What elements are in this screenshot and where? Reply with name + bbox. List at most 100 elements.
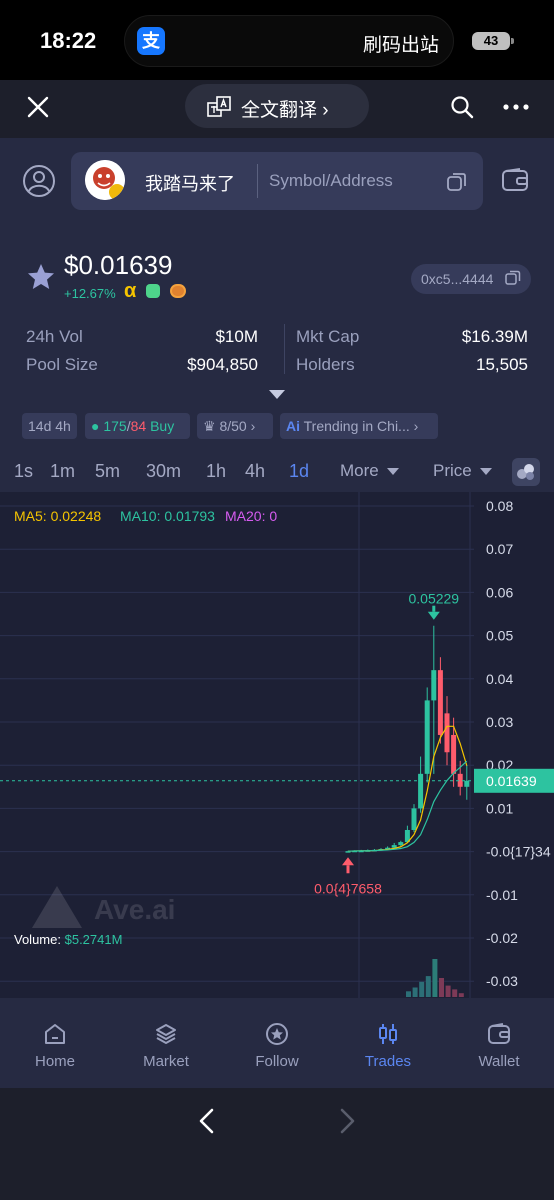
- forward-arrow-icon[interactable]: [340, 1108, 356, 1134]
- candle-body: [451, 734, 457, 774]
- candle-body: [444, 713, 450, 753]
- candle-body: [418, 773, 424, 809]
- rank-chip[interactable]: ♛ 8/50 ›: [197, 413, 273, 439]
- nav-wallet-label: Wallet: [478, 1053, 520, 1070]
- y-tick-label: 0.01: [486, 800, 513, 816]
- price-chart[interactable]: 0.08 0.07 0.06 0.05 0.04 0.03 0.02 0.01 -0.0{17}…: [0, 492, 554, 998]
- coins-icon: [170, 284, 186, 298]
- nav-market[interactable]: Market: [111, 998, 221, 1088]
- buys-count: 175: [103, 418, 127, 434]
- tf-5m[interactable]: 5m: [95, 461, 120, 482]
- dynamic-island[interactable]: 支 刷码出站: [124, 15, 454, 67]
- status-bar: 18:22 支 刷码出站 43: [0, 0, 554, 80]
- price-dropdown[interactable]: Price: [433, 461, 492, 481]
- token-avatar: [85, 160, 125, 200]
- pool-label: Pool Size: [26, 355, 98, 374]
- nav-market-label: Market: [143, 1053, 189, 1070]
- nav-home[interactable]: Home: [0, 998, 110, 1088]
- browser-toolbar: 全文翻译 ›: [0, 80, 554, 138]
- candle-body: [424, 700, 430, 774]
- y-tick-label: 0.04: [486, 671, 513, 687]
- y-tick-label: 0.08: [486, 498, 513, 514]
- tf-1s[interactable]: 1s: [14, 461, 33, 482]
- pool-value: $904,850: [187, 355, 258, 374]
- status-time: 18:22: [40, 28, 97, 53]
- age-value: 14d 4h: [28, 418, 71, 434]
- y-tick-label: -0.03: [486, 973, 518, 989]
- nav-wallet[interactable]: Wallet: [444, 998, 554, 1088]
- tf-4h[interactable]: 4h: [245, 461, 265, 482]
- low-arrow-icon: [342, 857, 354, 866]
- volume-label-text: Volume:: [14, 932, 61, 947]
- low-price-label: 0.0{4}7658: [314, 880, 382, 896]
- y-tick-label: -0.02: [486, 930, 518, 946]
- volume-label: Volume: $5.2741M: [14, 932, 122, 947]
- layers-icon: [156, 1024, 176, 1044]
- tf-30m[interactable]: 30m: [146, 461, 181, 482]
- more-dropdown[interactable]: More: [340, 461, 399, 481]
- trending-label: Trending in Chi... ›: [303, 418, 419, 434]
- y-tick-label: 0.07: [486, 541, 513, 557]
- translate-label: 全文翻译 ›: [241, 100, 329, 121]
- close-icon[interactable]: [26, 95, 50, 119]
- copy-address-icon[interactable]: [505, 270, 521, 286]
- star-circle-icon: [266, 1023, 288, 1045]
- stats-divider: [284, 324, 285, 374]
- watermark-text: Ave.ai: [94, 894, 176, 925]
- search-divider: [257, 164, 258, 198]
- age-chip[interactable]: 14d 4h: [22, 413, 77, 439]
- trending-chip[interactable]: Ai Trending in Chi... ›: [280, 413, 438, 439]
- y-tick-label: -0.0{17}34: [486, 844, 551, 860]
- volume-bar: [425, 976, 431, 997]
- search-icon[interactable]: [450, 95, 474, 119]
- tf-1d[interactable]: 1d: [289, 461, 309, 482]
- candle-body: [464, 780, 470, 787]
- price-change: +12.67%: [64, 286, 116, 301]
- hand-icon: [146, 284, 160, 298]
- ai-icon: Ai: [286, 418, 300, 434]
- nav-home-label: Home: [34, 1053, 75, 1070]
- expand-caret-icon[interactable]: [269, 390, 285, 399]
- crown-icon: ♛: [203, 418, 216, 434]
- vol-label: 24h Vol: [26, 327, 83, 346]
- contract-address-pill[interactable]: 0xc5...4444: [411, 264, 531, 294]
- tf-1m[interactable]: 1m: [50, 461, 75, 482]
- timeframe-bar: 1s 1m 5m 30m 1h 4h 1d More Price: [0, 458, 554, 492]
- favorite-star-icon[interactable]: [26, 262, 56, 292]
- volume-bar: [419, 981, 425, 997]
- ma10-label: MA10: 0.01793: [120, 508, 215, 524]
- more-menu-icon[interactable]: [503, 104, 529, 110]
- candle-body: [431, 670, 437, 701]
- translate-button[interactable]: 全文翻译 ›: [185, 84, 369, 128]
- nav-follow[interactable]: Follow: [222, 998, 332, 1088]
- token-info-panel: $0.01639 +12.67% α 0xc5...4444 24h Vol $…: [0, 226, 554, 492]
- y-tick-label: -0.01: [486, 887, 518, 903]
- translate-icon: [207, 96, 231, 117]
- token-name: 我踏马来了: [145, 174, 235, 194]
- back-arrow-icon[interactable]: [198, 1108, 214, 1134]
- volume-bar: [432, 959, 438, 997]
- candles-icon: [379, 1024, 397, 1044]
- candle-body: [398, 842, 404, 846]
- wallet-icon: [488, 1023, 510, 1044]
- nav-trades[interactable]: Trades: [333, 998, 443, 1088]
- y-tick-label: 0.06: [486, 584, 513, 600]
- ave-watermark: Ave.ai: [30, 884, 175, 935]
- tf-1h[interactable]: 1h: [206, 461, 226, 482]
- alipay-icon: 支: [137, 27, 165, 55]
- user-icon[interactable]: [22, 164, 56, 198]
- candle-body: [437, 670, 443, 735]
- current-price-label: 0.01639: [486, 773, 537, 789]
- volume-bar: [445, 985, 451, 997]
- symbol-address-input[interactable]: [269, 166, 437, 196]
- indicator-toggle-icon[interactable]: [512, 458, 540, 486]
- token-search-box[interactable]: 我踏马来了: [71, 152, 483, 210]
- copy-icon[interactable]: [447, 172, 467, 192]
- mcap-value: $16.39M: [461, 327, 528, 346]
- candle-body: [391, 845, 397, 848]
- buy-word: Buy: [150, 418, 175, 434]
- wallet-icon[interactable]: [502, 168, 528, 192]
- buy-sell-chip[interactable]: ● 175/84 Buy: [85, 413, 190, 439]
- token-price: $0.01639: [64, 250, 173, 280]
- holders-value: 15,505: [476, 355, 528, 374]
